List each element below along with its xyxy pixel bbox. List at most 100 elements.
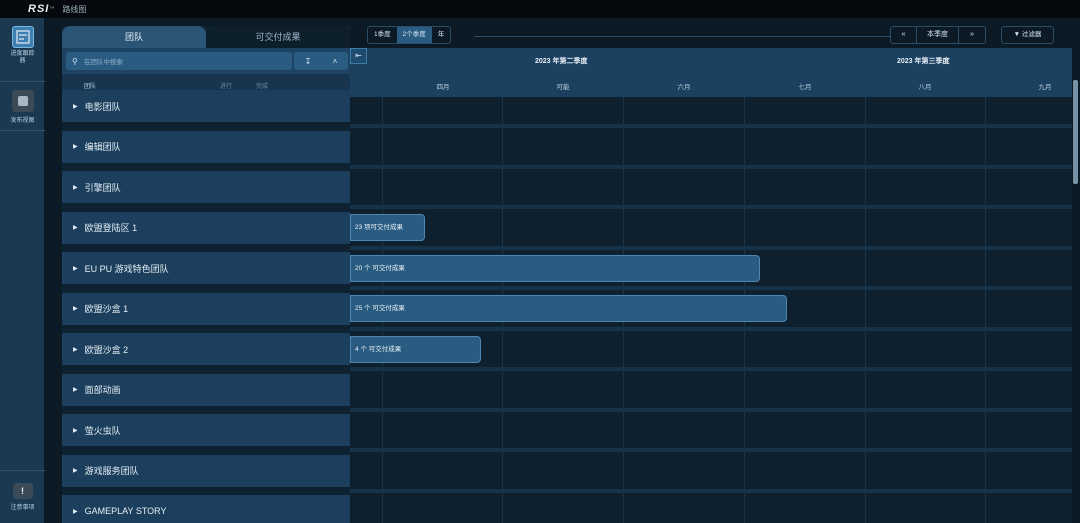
team-row[interactable]: ▶ 欧盟沙盒 2 [62,333,350,369]
month-label: 四月 [436,84,450,91]
timeline-body: 23 项可交付成果 20 个 可交付成果 25 个 可交付成果 4 个 可交付成果 [350,97,1072,523]
team-row[interactable]: ▶ EU PU 游戏特色团队 [62,252,350,288]
search-row: ⚲ 在团队中搜索 ↧ ˄ [62,48,350,74]
column-completed: 完成 [256,84,269,90]
scrollbar-thumb[interactable] [1073,80,1078,184]
expand-caret-icon[interactable]: ▶ [73,346,78,353]
teams-panel: 团队 可交付成果 ⚲ 在团队中搜索 ↧ ˄ 团队 进行 完成 ▶ 电影团队 ▶ 编辑团… [62,26,350,523]
vertical-scrollbar[interactable] [1072,48,1080,523]
rail-divider [0,470,45,471]
team-row[interactable]: ▶ GAMEPLAY STORY [62,495,350,523]
release-view-icon [11,90,34,112]
deliverables-bar[interactable]: 23 项可交付成果 [350,214,425,241]
column-in-progress: 进行 [220,84,233,90]
deliverables-bar[interactable]: 20 个 可交付成果 [350,254,760,282]
rail-item-label: 注意事项 [10,505,35,511]
next-period-icon[interactable]: » [959,27,985,43]
expand-caret-icon[interactable]: ▶ [73,103,78,110]
expand-caret-icon[interactable]: ▶ [73,184,78,191]
month-label: 六月 [677,84,691,91]
row-separator [350,367,1072,371]
rail-divider [0,81,45,82]
month-label: 七月 [798,84,812,91]
month-gridline [865,97,866,523]
deliverables-bar[interactable]: 25 个 可交付成果 [350,295,787,322]
collapse-all-icon[interactable]: ˄ [333,57,338,66]
toolbar-divider [474,36,890,37]
expand-caret-icon[interactable]: ▶ [73,508,78,515]
team-row[interactable]: ▶ 游戏服务团队 [62,454,350,491]
expand-caret-icon[interactable]: ▶ [73,467,78,474]
team-name: 编辑团队 [84,142,121,152]
search-placeholder: 在团队中搜索 [83,59,123,66]
trademark-mark: ™ [49,6,55,12]
team-row[interactable]: ▶ 欧盟沙盒 1 [62,292,350,329]
range-option-year[interactable]: 年 [432,27,451,43]
team-row[interactable]: ▶ 电影团队 [62,90,350,126]
team-name: 引擎团队 [84,182,121,193]
filter-icon: ▼ [1013,31,1021,38]
team-name: 面部动画 [84,385,121,395]
filter-button[interactable]: ▼ 过滤器 [1001,26,1054,44]
app-title: 路线图 [62,4,87,14]
row-separator [350,407,1072,412]
expand-caret-icon[interactable]: ▶ [73,427,78,434]
team-name: 欧盟登陆区 1 [84,223,138,233]
warning-icon: ! [12,483,33,499]
rail-item-label: 发布视图 [10,118,35,124]
tab-deliverables[interactable]: 可交付成果 [206,26,350,48]
rail-divider [0,130,45,131]
expand-all-icon[interactable]: ↧ [305,57,312,66]
expand-caret-icon[interactable]: ▶ [73,143,78,150]
expand-caret-icon[interactable]: ▶ [73,386,78,393]
range-option-2-quarters[interactable]: 2个季度 [396,27,432,43]
team-name: EU PU 游戏特色团队 [84,263,169,274]
expand-caret-icon[interactable]: ▶ [73,224,78,231]
previous-period-icon[interactable]: « [891,27,917,43]
row-separator [350,488,1072,493]
team-name: 萤火虫队 [84,425,121,436]
team-row[interactable]: ▶ 萤火虫队 [62,414,350,450]
team-name: GAMEPLAY STORY [84,506,167,516]
timeline-header: 2023 年第二季度 2023 年第三季度 四月 可能 六月 七月 八月 九月 [350,48,1072,97]
rail-item-label: 进度跟踪器 [10,51,35,64]
team-row[interactable]: ▶ 面部动画 [62,373,350,410]
team-name: 游戏服务团队 [84,466,139,476]
current-quarter-button[interactable]: 本季度 [917,27,959,43]
row-separator [350,286,1072,290]
row-separator [350,205,1072,209]
left-rail: 进度跟踪器 发布视图 ! 注意事项 [0,18,45,523]
column-team: 团队 [84,84,97,90]
quarter-label: 2023 年第三季度 [897,58,950,65]
range-option-1-quarter[interactable]: 1季度 [368,27,397,43]
rail-item-release-view[interactable]: 发布视图 [0,90,45,124]
search-icon: ⚲ [72,56,78,66]
tab-teams[interactable]: 团队 [62,26,206,48]
collapse-panel-icon[interactable]: ⇤ [350,48,367,64]
team-row[interactable]: ▶ 欧盟登陆区 1 [62,211,350,248]
panel-tabs: 团队 可交付成果 [62,26,350,48]
expand-collapse-controls: ↧ ˄ [294,52,348,70]
row-separator [350,124,1072,128]
app-logo: RSI [28,3,50,15]
rail-item-notes[interactable]: ! 注意事项 [0,483,45,511]
progress-tracker-icon [11,26,34,48]
search-input[interactable]: ⚲ 在团队中搜索 [66,52,292,70]
title-bar: RSI ™ 路线图 [0,0,1080,18]
deliverables-bar[interactable]: 4 个 可交付成果 [350,335,481,363]
team-row[interactable]: ▶ 编辑团队 [62,130,350,167]
team-name: 欧盟沙盒 2 [84,344,129,355]
rail-item-progress-tracker[interactable]: 进度跟踪器 [0,26,45,65]
row-separator [350,448,1072,452]
team-row[interactable]: ▶ 引擎团队 [62,171,350,207]
month-gridline [985,97,986,523]
period-navigation: « 本季度 » [890,26,986,44]
expand-caret-icon[interactable]: ▶ [73,305,78,312]
team-name: 欧盟沙盒 1 [84,304,129,314]
row-separator [350,326,1072,331]
month-label: 可能 [556,84,570,91]
expand-caret-icon[interactable]: ▶ [73,265,78,272]
range-selector: 1季度 2个季度 年 [367,26,452,44]
row-separator [350,245,1072,250]
quarter-label: 2023 年第二季度 [535,58,588,65]
